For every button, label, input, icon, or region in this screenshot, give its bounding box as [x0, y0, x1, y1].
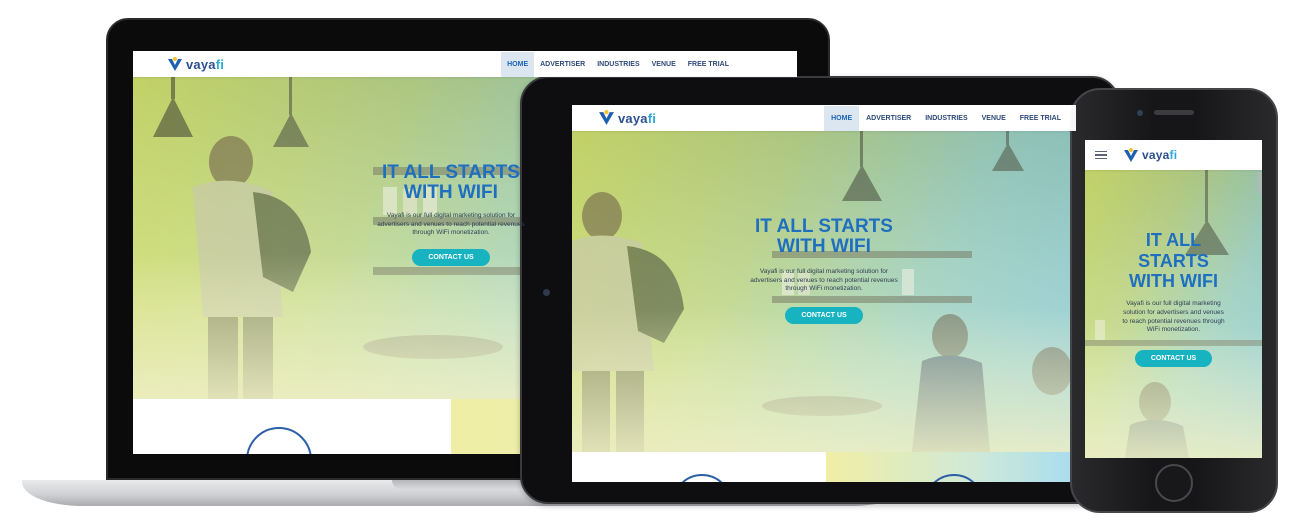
nav-free-trial[interactable]: FREE TRIAL [1013, 106, 1068, 131]
nav-advertiser[interactable]: ADVERTISER [859, 106, 918, 131]
tablet-camera [543, 289, 550, 296]
phone-speaker [1154, 110, 1194, 115]
hero-description: Vayafi is our full digital marketing sol… [750, 267, 898, 293]
hero-description: Vayafi is our full digital marketing sol… [1122, 300, 1225, 334]
logo-text: vayafi [186, 56, 225, 72]
site-header: vayafi HOME ADVERTISER INDUSTRIES VENUE … [572, 105, 1076, 131]
nav-venue[interactable]: VENUE [975, 106, 1013, 131]
contact-us-button[interactable]: CONTACT US [1134, 350, 1213, 368]
logo[interactable]: vayafi [1123, 147, 1178, 163]
contact-us-button[interactable]: CONTACT US [785, 307, 863, 325]
stat-circle [246, 427, 312, 454]
vayafi-logo-icon [599, 110, 614, 125]
nav-industries[interactable]: INDUSTRIES [591, 52, 645, 77]
nav-home[interactable]: HOME [501, 51, 535, 77]
main-nav: HOME ADVERTISER INDUSTRIES VENUE FREE TR… [824, 105, 1068, 131]
hero-copy: IT ALL STARTS WITH WIFI Vayafi is our fu… [738, 216, 910, 325]
scrollbar[interactable] [1258, 172, 1261, 194]
hero-section: IT ALL STARTS WITH WIFI Vayafi is our fu… [1085, 170, 1262, 458]
vayafi-logo-icon [1124, 147, 1138, 162]
logo[interactable]: vayafi [167, 56, 225, 72]
hero-description: Vayafi is our full digital marketing sol… [377, 211, 525, 237]
contact-us-button[interactable]: CONTACT US [412, 249, 490, 267]
hero-title: IT ALL STARTS WITH WIFI [382, 162, 520, 203]
hero-title: IT ALL STARTS WITH WIFI [755, 216, 893, 257]
logo-text: vayafi [1142, 148, 1178, 162]
vayafi-logo-icon [168, 56, 182, 71]
laptop-notch [392, 480, 542, 489]
phone-home-button [1155, 464, 1193, 502]
hero-title: IT ALL STARTS WITH WIFI [1129, 230, 1218, 292]
hero-section: IT ALL STARTS WITH WIFI Vayafi is our fu… [572, 131, 1076, 452]
nav-industries[interactable]: INDUSTRIES [918, 106, 974, 131]
hero-fade [572, 307, 1076, 452]
hamburger-icon[interactable] [1095, 150, 1107, 160]
site-header: vayafi [1085, 140, 1262, 170]
nav-free-trial[interactable]: FREE TRIAL [682, 52, 735, 77]
main-nav: HOME ADVERTISER INDUSTRIES VENUE FREE TR… [501, 51, 735, 77]
phone-screen: vayafi IT ALL STARTS WITH WIFI Vayafi is… [1085, 140, 1262, 458]
tablet-screen: vayafi HOME ADVERTISER INDUSTRIES VENUE … [572, 105, 1076, 482]
hero-copy: IT ALL STARTS WITH WIFI Vayafi is our fu… [365, 162, 537, 267]
phone-camera [1137, 110, 1143, 116]
site-header: vayafi HOME ADVERTISER INDUSTRIES VENUE … [133, 51, 797, 77]
stat-circle [672, 474, 732, 482]
nav-venue[interactable]: VENUE [646, 52, 682, 77]
nav-advertiser[interactable]: ADVERTISER [534, 52, 591, 77]
logo[interactable]: vayafi [598, 110, 656, 126]
hero-copy: IT ALL STARTS WITH WIFI Vayafi is our fu… [1103, 230, 1244, 368]
logo-text: vayafi [618, 110, 657, 126]
nav-home[interactable]: HOME [824, 105, 860, 131]
features-section [572, 452, 1076, 482]
